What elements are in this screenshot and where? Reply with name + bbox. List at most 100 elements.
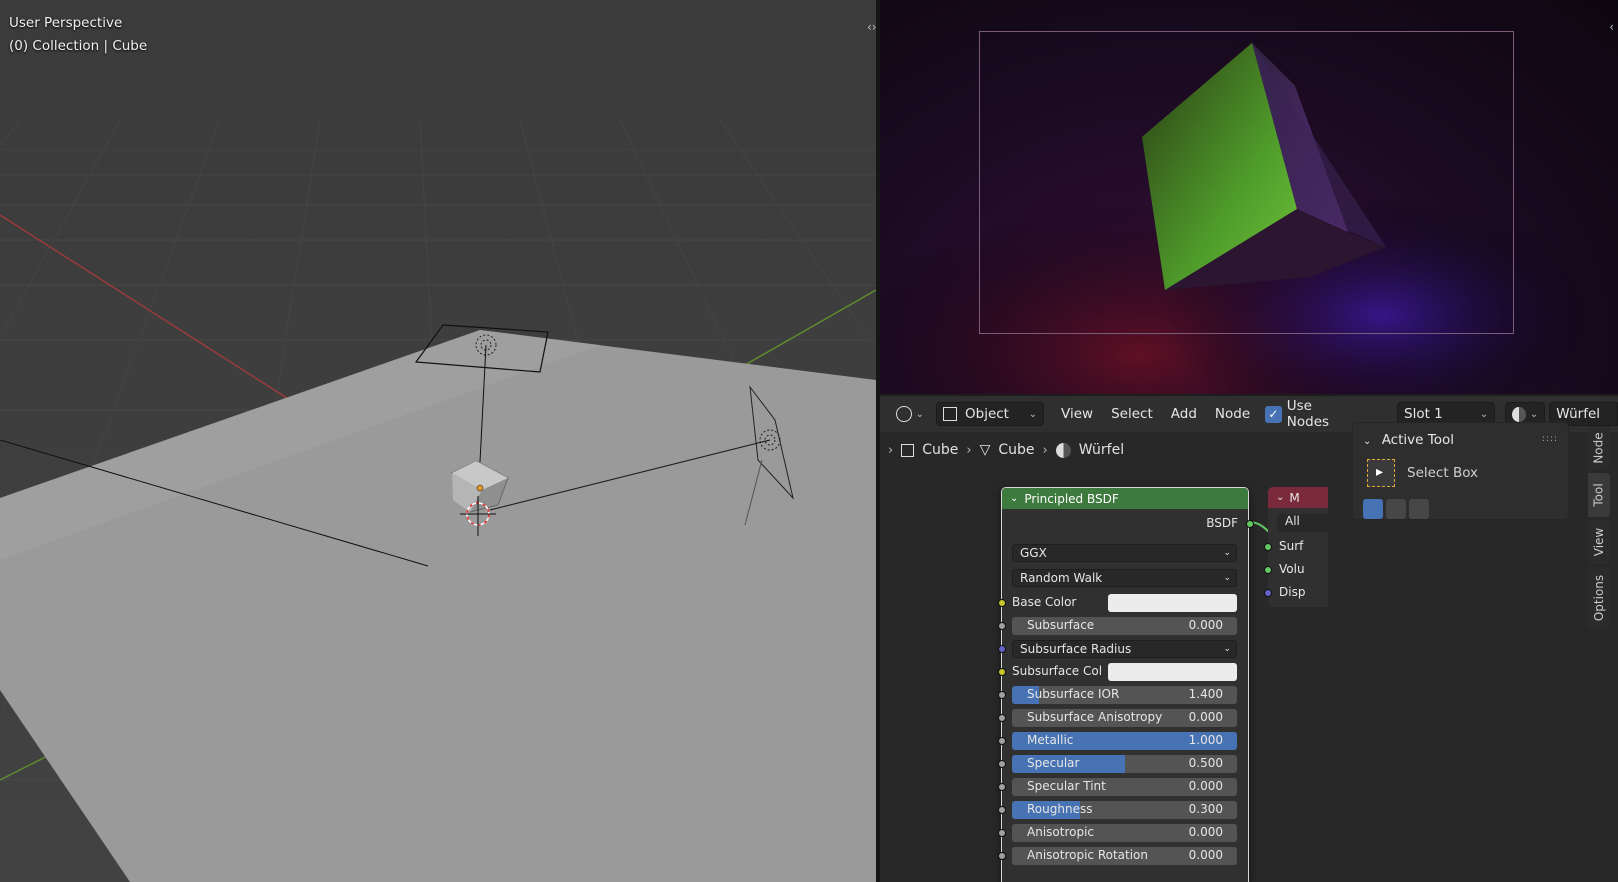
render-preview[interactable]: ‹ (880, 0, 1618, 394)
active-collection-label: (0) Collection | Cube (9, 38, 148, 54)
tab-options[interactable]: Options (1588, 567, 1610, 629)
base-color-row: Base Color (998, 594, 1250, 612)
slider-label: Anisotropic (1027, 825, 1095, 839)
slider-value: 1.000 (1188, 733, 1223, 747)
slider-row: Subsurface 0.000 (998, 617, 1250, 635)
surface-socket[interactable] (1264, 543, 1272, 551)
input-socket[interactable] (998, 691, 1006, 699)
blender-window: User Perspective (0) Collection | Cube ‹… (0, 0, 1618, 882)
slider-label: Metallic (1027, 733, 1074, 747)
tab-label: Node (1592, 432, 1607, 464)
slider-value: 0.000 (1188, 779, 1223, 793)
input-socket[interactable] (998, 829, 1006, 837)
slider-row: Subsurface IOR 1.400 (998, 686, 1250, 704)
subsurface-ior-slider[interactable]: Subsurface IOR 1.400 (1012, 686, 1237, 704)
subsurface-slider[interactable]: Subsurface 0.000 (1012, 617, 1237, 635)
input-socket[interactable] (998, 783, 1006, 791)
metallic-slider[interactable]: Metallic 1.000 (1012, 732, 1237, 750)
slider-value: 0.500 (1188, 756, 1223, 770)
subsurface-anisotropy-slider[interactable]: Subsurface Anisotropy 0.000 (1012, 709, 1237, 727)
panel-title: Active Tool (1381, 432, 1454, 448)
slider-label: Anisotropic Rotation (1027, 848, 1149, 862)
node-title: M (1289, 490, 1300, 505)
input-socket[interactable] (998, 622, 1006, 630)
node-header[interactable]: ⌄ M (1268, 487, 1328, 508)
tab-label: Tool (1592, 483, 1606, 507)
slider-value: 0.000 (1188, 825, 1223, 839)
subsurface-color-socket[interactable] (998, 668, 1006, 676)
surface-label: Surf (1279, 539, 1304, 553)
active-tool-panel: ⌄ Active Tool :::: ▸ Select Box (1352, 422, 1569, 520)
region-toggle-icon[interactable]: ‹› (867, 20, 876, 34)
mode-subtract-icon[interactable] (1409, 499, 1429, 519)
subsurface-color-swatch[interactable] (1108, 663, 1237, 681)
slider-label: Roughness (1027, 802, 1093, 816)
subsurface-radius-dropdown[interactable]: Subsurface Radius ⌄ (1012, 640, 1237, 658)
tab-node[interactable]: Node (1588, 426, 1610, 470)
collapse-icon[interactable]: ⌄ (1010, 493, 1018, 504)
displacement-socket[interactable] (1264, 589, 1272, 597)
input-socket[interactable] (998, 737, 1006, 745)
subsurface-radius-label: Subsurface Radius (1020, 642, 1132, 656)
select-box-icon[interactable]: ▸ (1367, 459, 1395, 487)
base-color-swatch[interactable] (1108, 594, 1237, 612)
panel-header[interactable]: ⌄ Active Tool (1363, 432, 1454, 448)
slider-row: Anisotropic Rotation 0.000 (998, 847, 1250, 865)
3d-viewport[interactable]: User Perspective (0) Collection | Cube ‹… (0, 0, 876, 882)
slider-label: Subsurface Anisotropy (1027, 710, 1163, 724)
slider-row: Specular 0.500 (998, 755, 1250, 773)
anisotropic-rotation-slider[interactable]: Anisotropic Rotation 0.000 (1012, 847, 1237, 865)
tab-view[interactable]: View (1588, 520, 1610, 564)
distribution-dropdown[interactable]: GGX ⌄ (1012, 544, 1237, 562)
tab-label: View (1592, 527, 1607, 557)
mode-extend-icon[interactable] (1386, 499, 1406, 519)
chevron-down-icon: ⌄ (1223, 548, 1231, 558)
drag-grip-icon[interactable]: :::: (1542, 434, 1558, 444)
slider-value: 0.300 (1188, 802, 1223, 816)
input-socket[interactable] (998, 806, 1006, 814)
base-color-socket[interactable] (998, 599, 1006, 607)
subsurface-method-dropdown[interactable]: Random Walk ⌄ (1012, 569, 1237, 587)
anisotropic-slider[interactable]: Anisotropic 0.000 (1012, 824, 1237, 842)
distribution-value: GGX (1020, 546, 1047, 560)
tab-label: Options (1592, 574, 1606, 622)
specular-slider[interactable]: Specular 0.500 (1012, 755, 1237, 773)
collapse-icon[interactable]: ⌄ (1276, 492, 1284, 503)
input-socket[interactable] (998, 852, 1006, 860)
slider-row: Subsurface Anisotropy 0.000 (998, 709, 1250, 727)
mode-set-icon[interactable] (1363, 499, 1383, 519)
roughness-slider[interactable]: Roughness 0.300 (1012, 801, 1237, 819)
chevron-down-icon: ⌄ (1223, 644, 1231, 654)
subsurface-method-row: Random Walk ⌄ (1002, 569, 1250, 587)
node-header[interactable]: ⌄ Principled BSDF (1002, 488, 1248, 509)
specular-tint-slider[interactable]: Specular Tint 0.000 (1012, 778, 1237, 796)
node-title: Principled BSDF (1024, 491, 1119, 506)
slider-value: 0.000 (1188, 848, 1223, 862)
volume-socket[interactable] (1264, 566, 1272, 574)
input-socket[interactable] (998, 714, 1006, 722)
subsurface-radius-socket[interactable] (998, 645, 1006, 653)
input-socket[interactable] (998, 760, 1006, 768)
sidebar-toggle-icon[interactable]: ‹ (1609, 20, 1614, 34)
slider-label: Specular (1027, 756, 1080, 770)
slider-row: Anisotropic 0.000 (998, 824, 1250, 842)
base-color-label: Base Color (1012, 595, 1077, 609)
slider-value: 0.000 (1188, 710, 1223, 724)
output-target-dropdown[interactable]: All (1277, 514, 1328, 532)
slider-label: Specular Tint (1027, 779, 1106, 793)
slider-label: Subsurface (1027, 618, 1095, 632)
shader-node-editor[interactable]: ⌄ Object ⌄ View Select Add Node ✓ Use No… (880, 396, 1618, 882)
camera-frame (979, 31, 1514, 334)
slider-value: 0.000 (1188, 618, 1223, 632)
tab-tool[interactable]: Tool (1588, 473, 1610, 517)
bsdf-output-row: BSDF (1002, 515, 1254, 533)
volume-label: Volu (1279, 562, 1305, 576)
displacement-label: Disp (1279, 585, 1306, 599)
bsdf-output-socket[interactable] (1246, 520, 1254, 528)
slider-row: Roughness 0.300 (998, 801, 1250, 819)
tool-name: Select Box (1407, 465, 1479, 481)
sidebar-tabs: Node Tool View Options (1588, 426, 1610, 632)
principled-bsdf-node[interactable]: ⌄ Principled BSDF BSDF GGX ⌄ Random Walk… (998, 487, 1254, 882)
view-perspective-label: User Perspective (9, 15, 123, 31)
distribution-row: GGX ⌄ (1002, 544, 1250, 562)
